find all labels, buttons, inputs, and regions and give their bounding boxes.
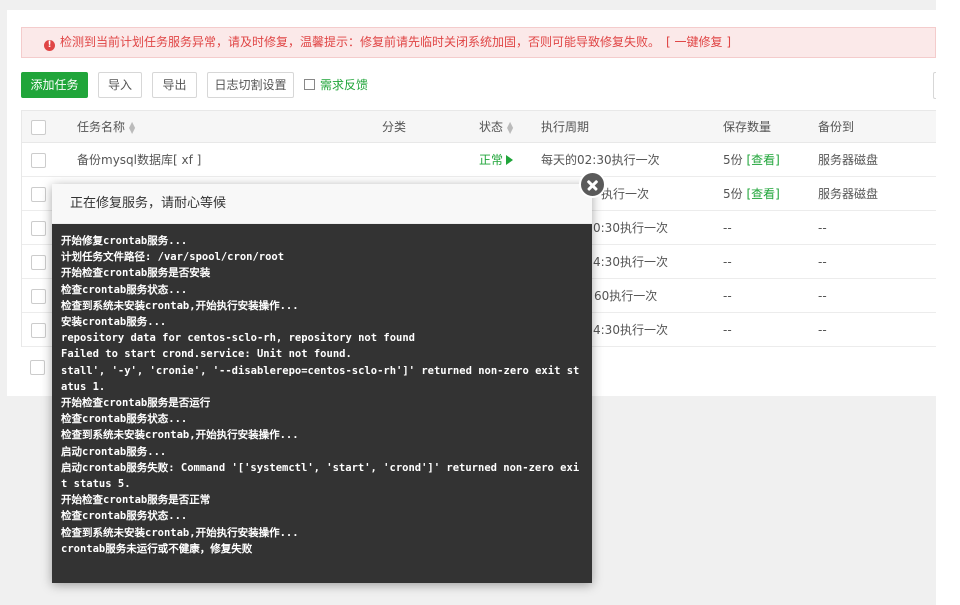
repair-log-output: 开始修复crontab服务... 计划任务文件路径: /var/spool/cr… [52,224,592,583]
log-line: 安装crontab服务... [61,316,167,329]
task-period: 执行一次 [601,187,650,201]
task-period: 4:30执行一次 [593,323,668,337]
task-keep: -- [723,289,732,303]
task-period: 60执行一次 [594,289,658,303]
header-keep: 保存数量 [723,120,772,134]
log-line: 开始检查crontab服务是否运行 [61,397,211,410]
task-period: 0:30执行一次 [593,221,668,235]
edit-icon [304,79,315,90]
play-icon [506,155,514,165]
log-line: 开始检查crontab服务是否安装 [61,267,211,280]
task-backup-to: 服务器磁盘 [818,153,879,167]
task-keep: 5份 [查看] [723,153,780,167]
log-line: 检查crontab服务状态... [61,510,188,523]
task-keep: -- [723,323,732,337]
task-name: 备份mysql数据库[ xf ] [77,153,202,167]
log-line: repository data for centos-sclo-rh, repo… [61,332,416,345]
close-dialog-icon[interactable] [579,171,606,198]
log-line: 检查crontab服务状态... [61,413,188,426]
task-keep: -- [723,221,732,235]
header-name[interactable]: 任务名称 ▲ ▼ [77,111,135,142]
table-row[interactable]: 备份mysql数据库[ xf ] 正常 每天的02:30执行一次 5份 [查看]… [22,143,936,177]
alert-message: 检测到当前计划任务服务异常，请及时修复，温馨提示：修复前请先临时关闭系统加固，否… [60,35,661,49]
log-line: 检查到系统未安装crontab,开始执行安装操作... [61,526,299,539]
feedback-label: 需求反馈 [320,78,369,92]
footer-checkbox[interactable] [30,360,45,375]
sort-icon: ▲ ▼ [129,119,136,135]
warning-icon: ! [44,40,55,51]
log-line: 计划任务文件路径: /var/spool/cron/root [61,251,285,264]
row-checkbox[interactable] [31,221,46,236]
log-line: 开始修复crontab服务... [61,235,188,247]
task-backup-to: -- [818,255,827,269]
log-line: crontab服务未运行或不健康，修复失败 [61,542,253,555]
task-backup-to: 服务器磁盘 [818,187,879,201]
export-button[interactable]: 导出 [152,72,197,98]
log-line: 启动crontab服务... [61,445,167,458]
task-backup-to: -- [818,289,827,303]
row-checkbox[interactable] [31,187,46,202]
dialog-title: 正在修复服务，请耐心等候 [52,184,592,224]
task-status[interactable]: 正常 [479,143,514,176]
log-line: stall', '-y', 'cronie', '--disablerepo=c… [61,364,580,393]
task-backup-to: -- [818,221,827,235]
row-checkbox[interactable] [31,289,46,304]
row-checkbox[interactable] [31,255,46,270]
view-backups-link[interactable]: [查看] [746,187,779,201]
row-checkbox[interactable] [31,323,46,338]
import-button[interactable]: 导入 [98,72,142,98]
header-category: 分类 [382,120,407,134]
add-task-button[interactable]: 添加任务 [21,72,88,98]
header-status[interactable]: 状态 ▲ ▼ [479,111,513,142]
task-keep: 5份 [查看] [723,187,780,201]
log-line: 检查crontab服务状态... [61,283,188,296]
header-period: 执行周期 [541,120,590,134]
table-header: 任务名称 ▲ ▼ 分类 状态 ▲ ▼ 执行周期 保存数量 备份到 [22,111,936,143]
header-backup-to: 备份到 [818,120,855,134]
select-all-checkbox[interactable] [31,120,46,135]
log-cut-settings-button[interactable]: 日志切割设置 [207,72,294,98]
log-line: Failed to start crond.service: Unit not … [61,348,352,361]
task-keep: -- [723,255,732,269]
sort-icon: ▲ ▼ [507,119,514,135]
task-period: 4:30执行一次 [593,255,668,269]
log-line: 开始检查crontab服务是否正常 [61,494,211,507]
log-line: 检查到系统未安装crontab,开始执行安装操作... [61,429,299,442]
view-backups-link[interactable]: [查看] [746,153,779,167]
row-checkbox[interactable] [31,153,46,168]
log-line: 检查到系统未安装crontab,开始执行安装操作... [61,299,299,312]
task-period: 每天的02:30执行一次 [541,153,660,167]
log-line: 启动crontab服务失败: Command '['systemctl', 's… [61,461,580,491]
one-click-fix-link[interactable]: [ 一键修复 ] [666,35,731,49]
task-backup-to: -- [818,323,827,337]
feedback-link[interactable]: 需求反馈 [304,72,368,98]
search-box-edge[interactable] [933,72,936,99]
repair-progress-dialog: 正在修复服务，请耐心等候 开始修复crontab服务... 计划任务文件路径: … [52,184,592,583]
service-alert: ! 检测到当前计划任务服务异常，请及时修复，温馨提示：修复前请先临时关闭系统加固，… [21,27,936,58]
